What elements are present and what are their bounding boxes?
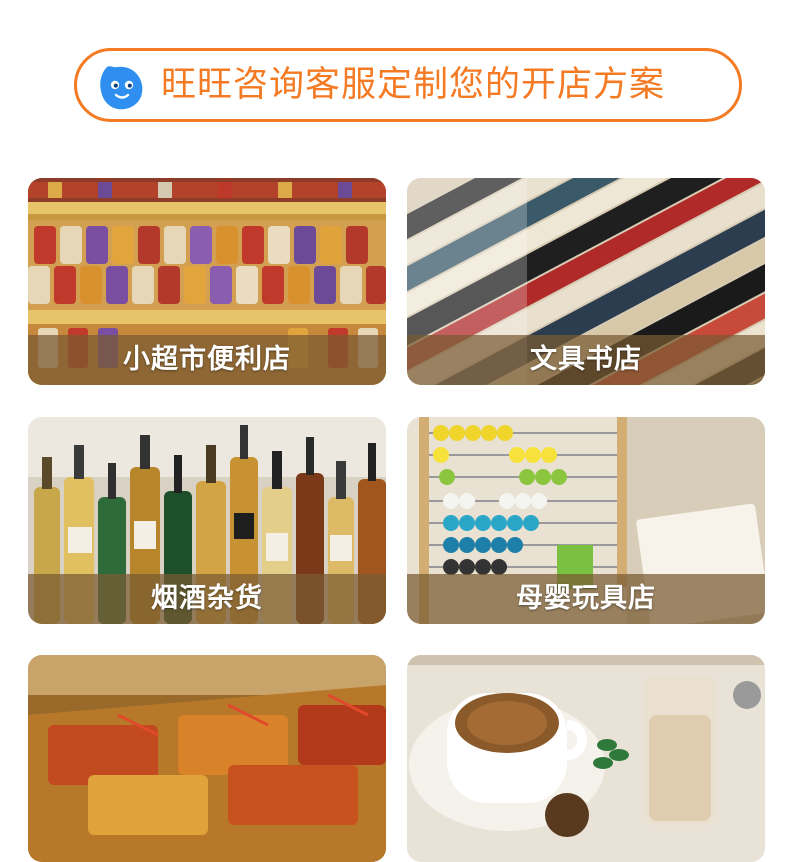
banner-text: 旺旺咨询客服定制您的开店方案: [161, 65, 666, 105]
category-label: 母婴玩具店: [516, 583, 656, 614]
category-label: 文具书店: [530, 344, 642, 375]
food-buffet-image: [28, 655, 386, 862]
coffee-milktea-image: [407, 655, 765, 862]
category-tile-tobacco-liquor[interactable]: 烟酒杂货: [28, 417, 386, 624]
category-tile-convenience-store[interactable]: 小超市便利店: [28, 178, 386, 385]
category-tile-coffee-tea[interactable]: [407, 655, 765, 862]
customer-service-banner[interactable]: 旺旺咨询客服定制您的开店方案: [74, 48, 742, 122]
category-label: 烟酒杂货: [151, 583, 263, 614]
category-label: 小超市便利店: [123, 344, 291, 375]
category-tile-baby-toy-store[interactable]: 母婴玩具店: [407, 417, 765, 624]
category-tile-stationery-bookstore[interactable]: 文具书店: [407, 178, 765, 385]
wangwang-chat-icon: [100, 66, 143, 110]
category-tile-food[interactable]: [28, 655, 386, 862]
